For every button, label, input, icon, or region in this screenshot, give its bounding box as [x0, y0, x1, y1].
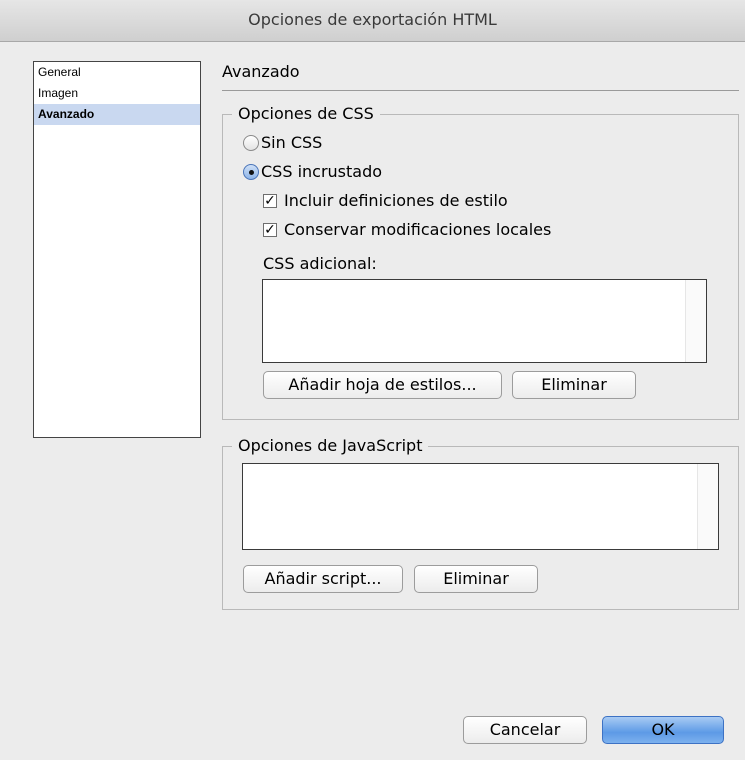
js-script-list[interactable]	[242, 463, 719, 550]
checkbox-incluir-definiciones-label: Incluir definiciones de estilo	[284, 191, 508, 210]
checkbox-incluir-definiciones[interactable]: ✓ Incluir definiciones de estilo	[263, 191, 508, 210]
ok-button[interactable]: OK	[602, 716, 724, 744]
window-title: Opciones de exportación HTML	[0, 0, 745, 42]
scrollbar[interactable]	[697, 464, 718, 549]
radio-css-incrustado[interactable]: CSS incrustado	[243, 162, 382, 181]
section-title: Avanzado	[222, 62, 300, 81]
checkbox-conservar-modificaciones[interactable]: ✓ Conservar modificaciones locales	[263, 220, 551, 239]
radio-sin-css-label: Sin CSS	[261, 133, 323, 152]
remove-stylesheet-button[interactable]: Eliminar	[512, 371, 636, 399]
checkbox-checked-icon[interactable]: ✓	[263, 222, 277, 237]
sidebar-item-imagen[interactable]: Imagen	[34, 83, 200, 104]
radio-button-selected-icon[interactable]	[243, 163, 259, 180]
cancel-button[interactable]: Cancelar	[463, 716, 587, 744]
scrollbar[interactable]	[685, 280, 706, 362]
radio-sin-css[interactable]: Sin CSS	[243, 133, 322, 152]
css-adicional-label: CSS adicional:	[263, 254, 377, 273]
js-options-legend: Opciones de JavaScript	[232, 436, 429, 455]
radio-css-incrustado-label: CSS incrustado	[261, 162, 383, 181]
sidebar-item-general[interactable]: General	[34, 62, 200, 83]
css-options-legend: Opciones de CSS	[232, 104, 380, 123]
css-adicional-list[interactable]	[262, 279, 707, 363]
remove-script-button[interactable]: Eliminar	[414, 565, 538, 593]
category-list[interactable]: General Imagen Avanzado	[33, 61, 201, 438]
radio-button-icon[interactable]	[243, 134, 259, 151]
add-script-button[interactable]: Añadir script...	[243, 565, 403, 593]
checkbox-checked-icon[interactable]: ✓	[263, 193, 277, 208]
add-stylesheet-button[interactable]: Añadir hoja de estilos...	[263, 371, 502, 399]
sidebar-item-avanzado[interactable]: Avanzado	[34, 104, 200, 125]
section-divider	[222, 90, 739, 91]
checkbox-conservar-modificaciones-label: Conservar modificaciones locales	[284, 220, 552, 239]
